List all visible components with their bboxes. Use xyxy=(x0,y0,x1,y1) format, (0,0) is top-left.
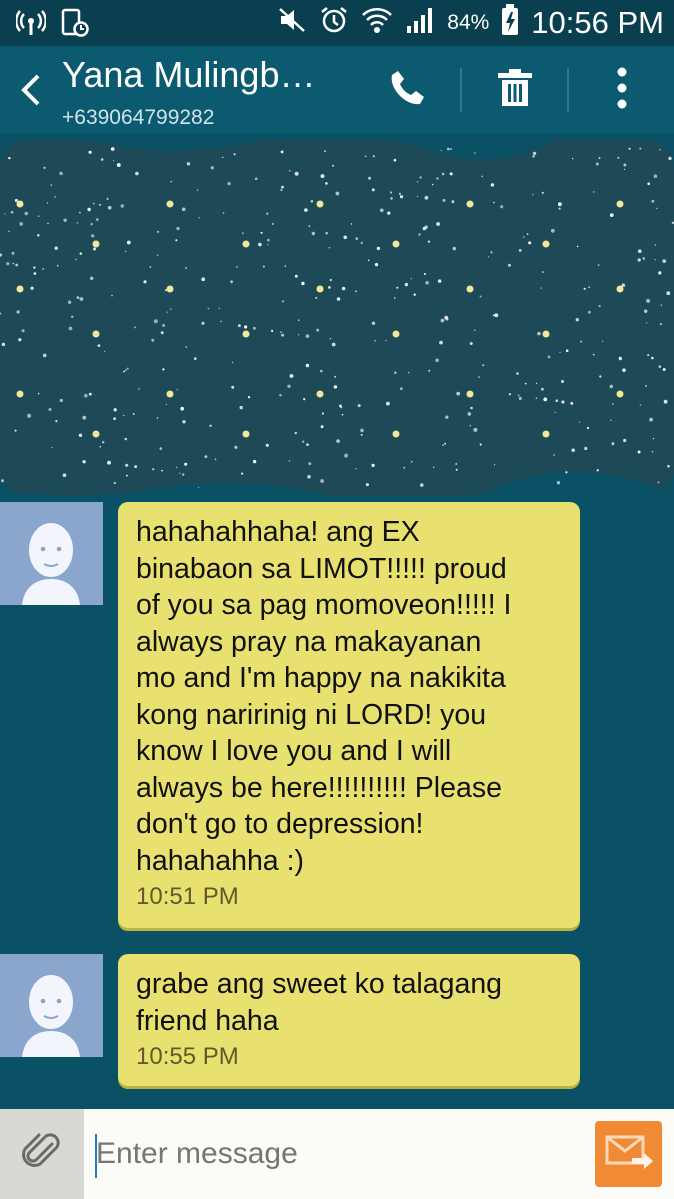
signal-icon xyxy=(405,6,435,39)
avatar[interactable] xyxy=(0,954,103,1057)
delete-button[interactable] xyxy=(489,64,541,116)
call-button[interactable] xyxy=(382,64,434,116)
trash-icon xyxy=(495,68,535,113)
more-options-button[interactable] xyxy=(596,64,648,116)
divider xyxy=(460,68,462,112)
message-bubble[interactable]: hahahahhaha! ang EX binabaon sa LIMOT!!!… xyxy=(118,502,580,928)
attach-button[interactable] xyxy=(0,1109,84,1199)
message-timestamp: 10:51 PM xyxy=(136,883,239,910)
wifi-hotspot-icon xyxy=(15,9,47,42)
send-message-icon xyxy=(604,1132,654,1177)
paperclip-icon xyxy=(22,1130,62,1179)
message-composer xyxy=(0,1109,674,1199)
divider xyxy=(567,68,569,112)
wifi-icon xyxy=(361,5,393,40)
clock: 10:56 PM xyxy=(531,4,664,40)
message-text: grabe ang sweet ko talagang friend haha xyxy=(136,968,503,1037)
phone-icon xyxy=(389,68,427,113)
message-text: hahahahhaha! ang EX binabaon sa LIMOT!!!… xyxy=(136,516,512,877)
mute-icon xyxy=(277,5,307,40)
app-bar: Yana Mulingb… +639064799282 xyxy=(0,46,674,134)
avatar[interactable] xyxy=(0,502,103,605)
message-input[interactable] xyxy=(96,1127,576,1181)
screenshot-icon xyxy=(60,8,90,43)
battery-charging-icon xyxy=(501,4,519,41)
message-bubble[interactable]: grabe ang sweet ko talagang friend haha … xyxy=(118,954,580,1086)
back-arrow-icon[interactable] xyxy=(14,70,48,110)
message-timestamp: 10:55 PM xyxy=(136,1043,239,1070)
phone-number: +639064799282 xyxy=(62,106,215,129)
battery-percent: 84% xyxy=(447,10,490,34)
status-bar: 84% 10:56 PM xyxy=(0,0,674,46)
more-vert-icon xyxy=(616,66,628,115)
contact-name[interactable]: Yana Mulingb… xyxy=(62,54,315,96)
alarm-icon xyxy=(319,5,349,40)
send-button[interactable] xyxy=(595,1121,662,1187)
starry-overlay xyxy=(0,134,674,500)
